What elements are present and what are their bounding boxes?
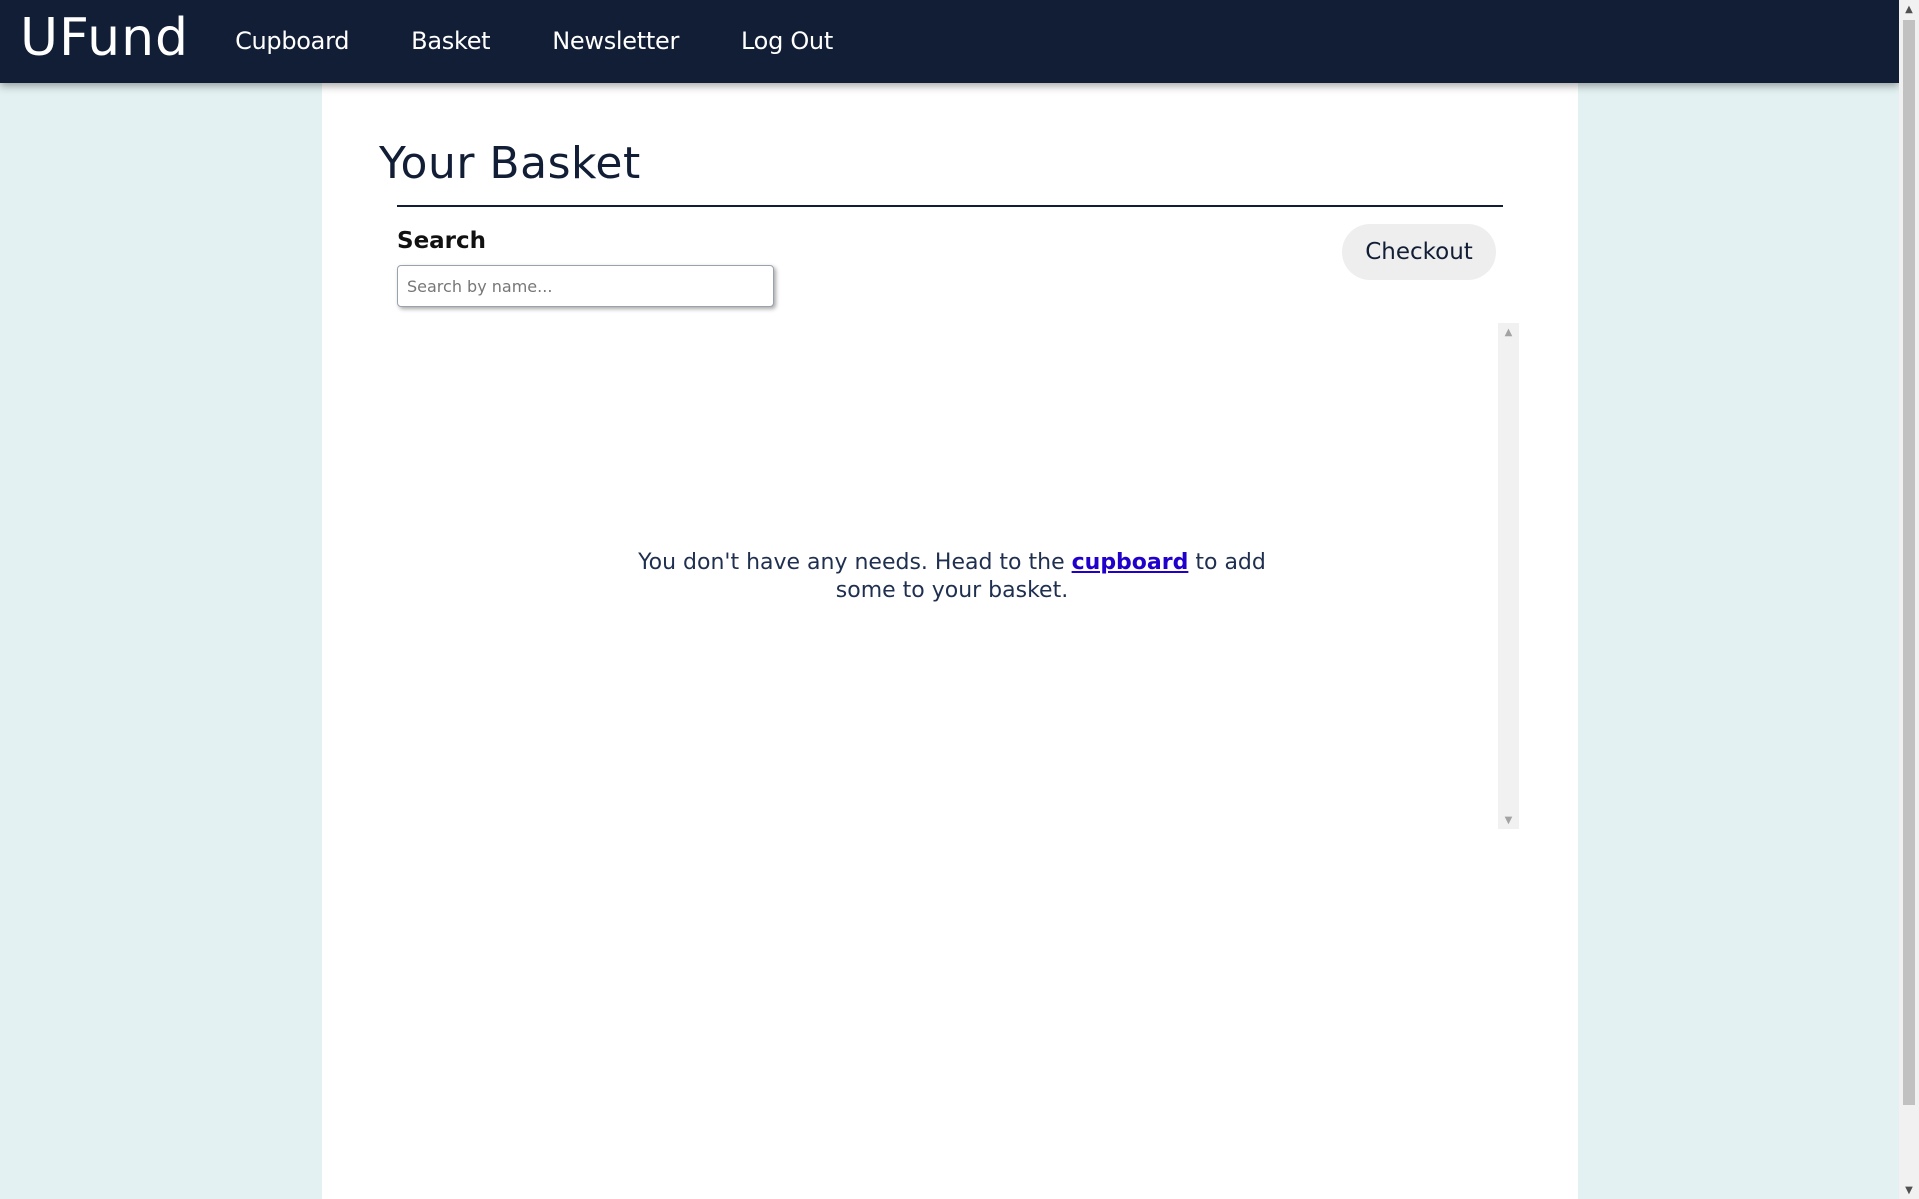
main-content: Your Basket Search Checkout You don't ha… bbox=[322, 83, 1578, 1199]
nav-link-cupboard[interactable]: Cupboard bbox=[235, 27, 349, 55]
window-scrollbar[interactable]: ▲ ▼ bbox=[1899, 0, 1919, 1199]
search-input[interactable] bbox=[397, 265, 774, 307]
nav-link-logout[interactable]: Log Out bbox=[741, 27, 833, 55]
empty-basket-message: You don't have any needs. Head to the cu… bbox=[622, 549, 1282, 605]
page-title: Your Basket bbox=[379, 138, 641, 189]
basket-list-scrollbar[interactable]: ▲ ▼ bbox=[1498, 323, 1519, 829]
nav-link-basket[interactable]: Basket bbox=[411, 27, 490, 55]
search-label: Search bbox=[397, 228, 487, 254]
cupboard-link[interactable]: cupboard bbox=[1072, 550, 1189, 575]
nav-links: Cupboard Basket Newsletter Log Out bbox=[221, 27, 881, 56]
nav-link-newsletter[interactable]: Newsletter bbox=[552, 27, 679, 55]
window-scrollbar-thumb[interactable] bbox=[1903, 20, 1915, 1105]
empty-message-before: You don't have any needs. Head to the bbox=[638, 550, 1072, 575]
basket-list[interactable]: You don't have any needs. Head to the cu… bbox=[397, 323, 1519, 829]
triangle-up-icon[interactable]: ▲ bbox=[1498, 323, 1519, 341]
brand-logo[interactable]: UFund bbox=[20, 12, 189, 64]
viewport: UFund Cupboard Basket Newsletter Log Out… bbox=[0, 0, 1899, 1199]
scroll-up-arrow-icon[interactable]: ▲ bbox=[1899, 0, 1919, 18]
checkout-button[interactable]: Checkout bbox=[1342, 224, 1496, 280]
title-divider bbox=[397, 205, 1503, 207]
triangle-down-icon[interactable]: ▼ bbox=[1498, 811, 1519, 829]
scroll-down-arrow-icon[interactable]: ▼ bbox=[1899, 1181, 1919, 1199]
navbar: UFund Cupboard Basket Newsletter Log Out bbox=[0, 0, 1899, 83]
